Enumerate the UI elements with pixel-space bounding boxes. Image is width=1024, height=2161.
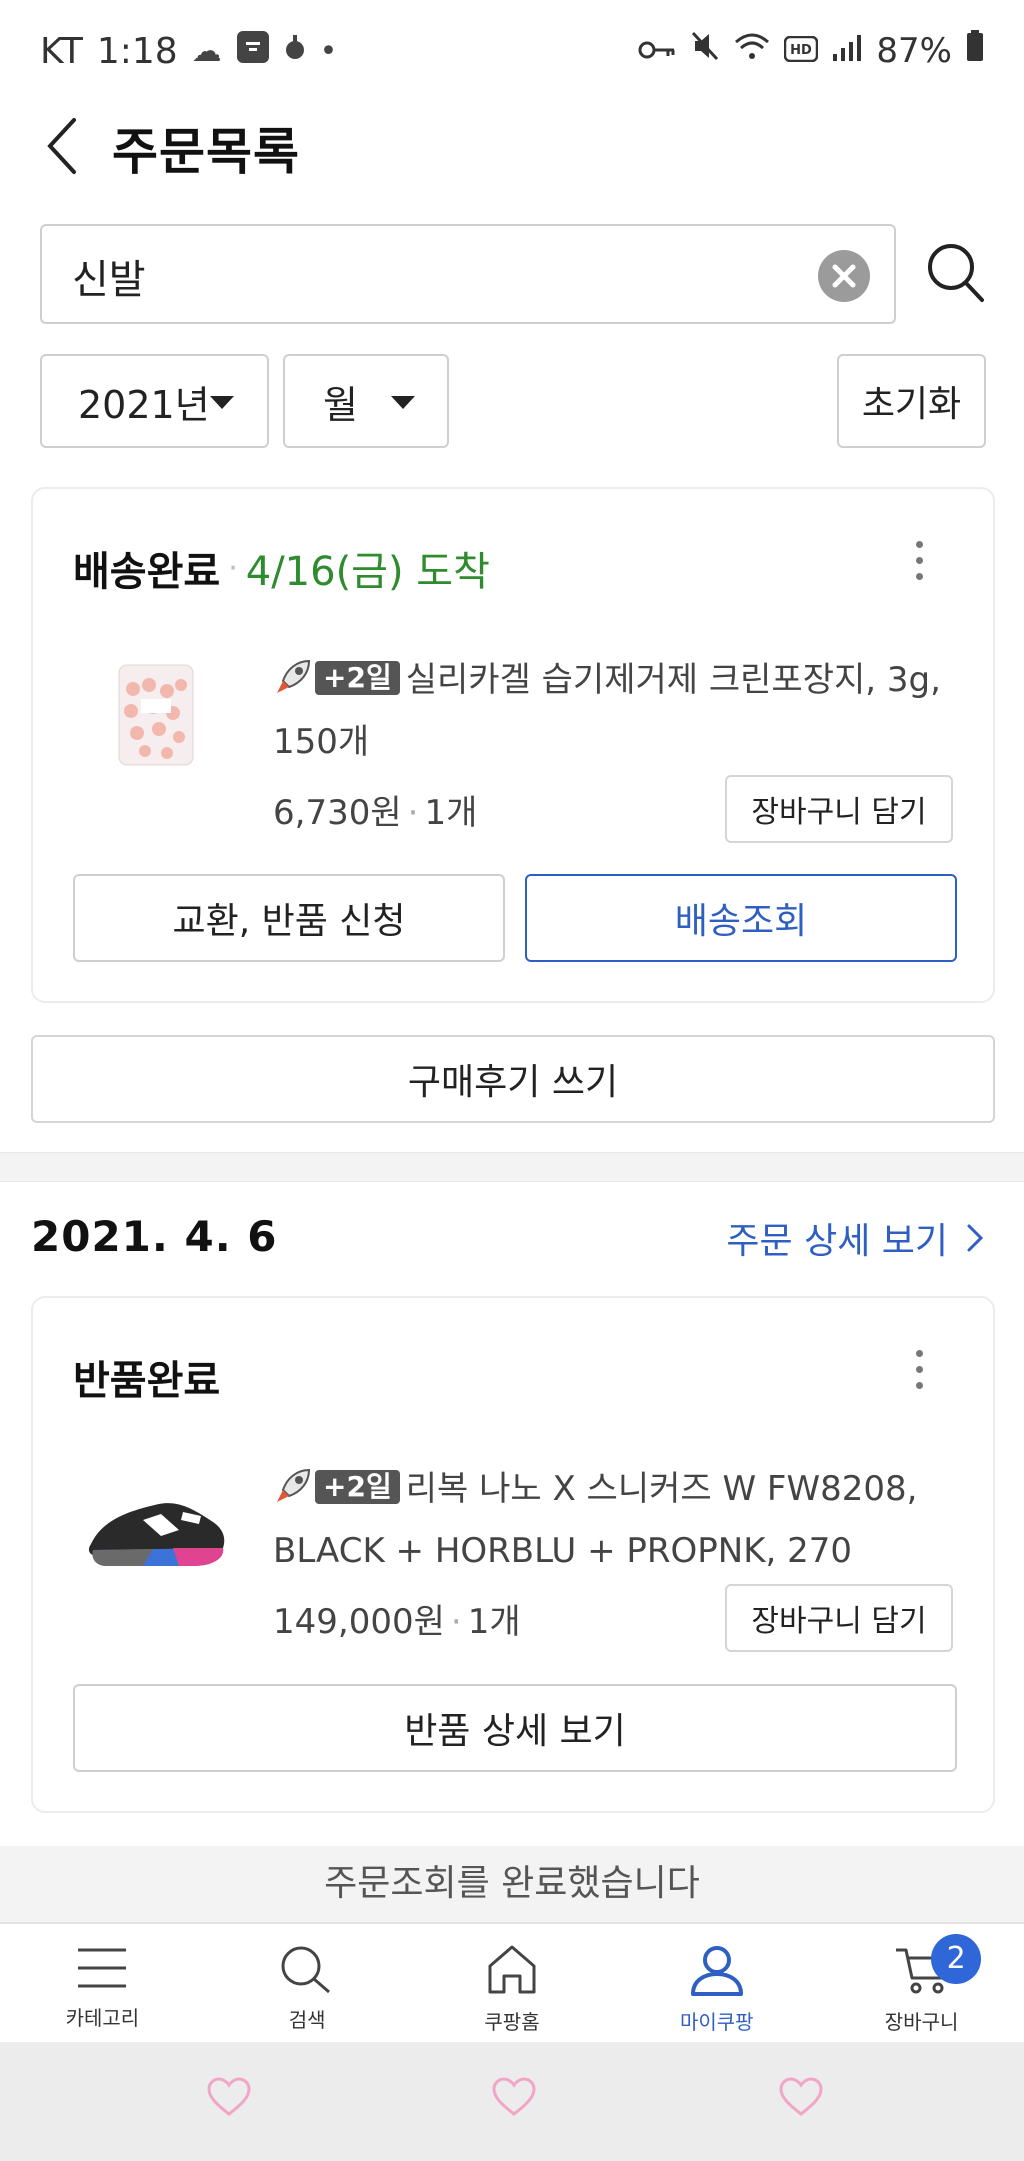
delivery-badge: +2일 [315,1470,400,1504]
delivery-badge: +2일 [315,661,400,695]
nav-cart[interactable]: 장바구니 2 [819,1924,1024,2042]
nav-mycoupang[interactable]: 마이쿠팡 [614,1924,819,2042]
add-to-cart-button[interactable]: 장바구니 담기 [725,1584,953,1652]
write-review-button[interactable]: 구매후기 쓰기 [31,1035,995,1123]
menu-icon [78,1948,127,1988]
more-options-icon[interactable] [913,541,925,587]
product-qty: 1개 [424,793,478,833]
clear-search-icon[interactable] [818,250,870,302]
heart-icon[interactable] [491,2076,537,2118]
nav-label: 검색 [288,2008,326,2032]
rocket-delivery-icon [273,655,313,695]
order-status-row: 배송완료 · 4/16(금) 도착 [73,539,490,597]
notification-icon [284,32,306,70]
add-to-cart-button[interactable]: 장바구니 담기 [725,775,953,843]
order-date: 2021. 4. 6 [31,1212,278,1261]
year-select-label: 2021년 [78,382,210,427]
weather-icon: ☁ [191,33,222,69]
order-detail-link[interactable]: 주문 상세 보기 [726,1212,984,1264]
product-price: 149,000원 [273,1602,445,1642]
separator-dot: · [228,550,238,586]
product-image[interactable] [83,649,233,779]
search-input[interactable] [72,248,772,304]
order-detail-link-label: 주문 상세 보기 [726,1221,948,1262]
reset-button[interactable]: 초기화 [837,354,986,448]
battery-text: 87% [876,30,952,71]
chevron-down-icon [210,396,234,409]
key-icon [638,31,676,71]
signal-icon [832,31,862,71]
month-select-label: 월 [323,382,358,427]
status-bar-left: KT 1:18 ☁ • [40,30,337,72]
status-bar-right: HD 87% [638,30,984,71]
search-box[interactable] [40,224,896,324]
clock: 1:18 [96,30,178,72]
hd-icon: HD [784,31,819,71]
carrier-label: KT [40,30,83,72]
nav-label: 쿠팡홈 [484,2010,540,2034]
exchange-return-button[interactable]: 교환, 반품 신청 [73,874,505,962]
track-delivery-button[interactable]: 배송조회 [525,874,957,962]
return-detail-button[interactable]: 반품 상세 보기 [73,1684,957,1772]
search-icon [281,1946,331,1994]
home-icon [488,1945,536,1994]
app-icon [236,30,270,72]
separator-dot: · [450,1602,462,1642]
rocket-delivery-icon [273,1464,313,1504]
section-divider [0,1152,1024,1182]
svg-text:HD: HD [791,43,813,58]
nav-search[interactable]: 검색 [205,1924,410,2042]
nav-category[interactable]: 카테고리 [0,1924,205,2042]
price-row: 149,000원 · 1개 [273,1594,521,1643]
system-nav-bar [0,2042,1024,2161]
order-card: 배송완료 · 4/16(금) 도착 +2일 실리카겔 습기제거제 크린포장지, 3… [31,487,995,1003]
order-status: 반품완료 [73,1358,221,1404]
product-image[interactable] [83,1458,233,1588]
separator-dot: · [407,793,419,833]
product-price: 6,730원 [273,793,402,833]
page-title: 주문목록 [112,123,300,181]
year-select[interactable]: 2021년 [40,354,269,448]
user-icon [690,1946,743,1996]
wifi-icon [734,31,770,71]
delivery-badge-text: +2일 [323,661,392,694]
order-card: 반품완료 +2일 리복 나노 X 스니커즈 W FW8208, BLACK + H… [31,1296,995,1813]
order-status: 배송완료 [73,549,221,595]
cart-count-badge: 2 [931,1934,982,1984]
battery-icon [966,30,984,71]
price-row: 6,730원 · 1개 [273,785,477,834]
nav-label: 마이쿠팡 [679,2010,754,2034]
dot-icon: • [319,33,338,69]
status-bar: KT 1:18 ☁ • HD 87% [0,0,1024,104]
product-name-line[interactable]: +2일 실리카겔 습기제거제 크린포장지, 3g, 150개 [273,649,973,773]
chevron-down-icon [391,396,415,409]
delivery-badge-text: +2일 [323,1470,392,1503]
chevron-right-icon [967,1224,984,1252]
mute-icon [690,30,720,71]
heart-icon[interactable] [206,2076,252,2118]
more-options-icon[interactable] [913,1350,925,1396]
nav-label: 장바구니 [884,2010,959,2034]
bottom-nav: 카테고리 검색 쿠팡홈 마이쿠팡 장바구니 2 [0,1922,1024,2042]
month-select[interactable]: 월 [283,354,449,448]
delivery-date: 4/16(금) 도착 [245,549,490,595]
product-qty: 1개 [467,1602,521,1642]
search-icon[interactable] [926,242,986,304]
back-arrow-icon[interactable] [40,116,84,176]
product-name-line[interactable]: +2일 리복 나노 X 스니커즈 W FW8208, BLACK + HORBLU… [273,1458,973,1582]
order-status-row: 반품완료 [73,1348,220,1406]
heart-icon[interactable] [778,2076,824,2118]
nav-label: 카테고리 [65,2006,140,2030]
nav-home[interactable]: 쿠팡홈 [410,1924,615,2042]
status-notice: 주문조회를 완료했습니다 [0,1846,1024,1922]
